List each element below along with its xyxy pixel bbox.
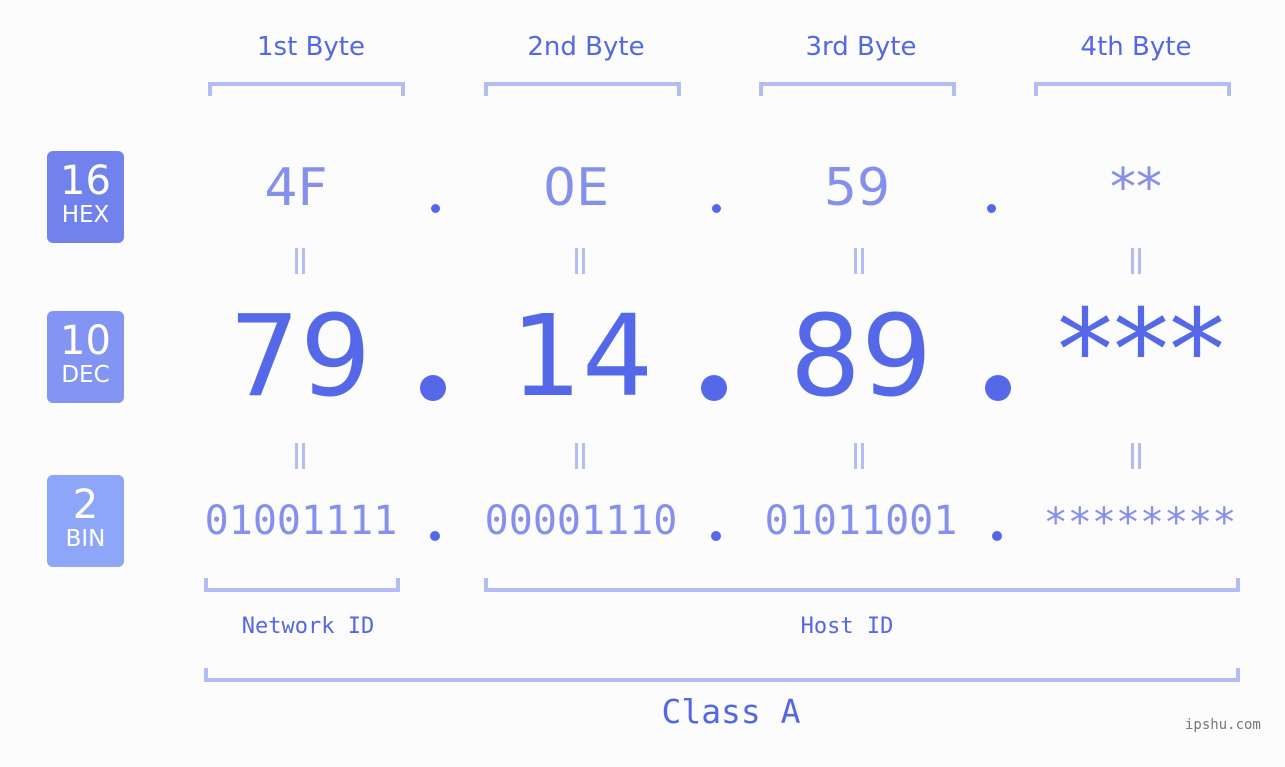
- bin-value-4: ********: [1043, 500, 1237, 546]
- dec-badge: 10 DEC: [47, 311, 124, 403]
- equals-icon: [1131, 443, 1141, 469]
- hex-value-1: 4F: [264, 158, 328, 218]
- byte-bracket-2: [484, 82, 681, 96]
- hex-separator-dot: [431, 204, 440, 213]
- hex-separator-dot: [987, 204, 996, 213]
- equals-icon: [854, 248, 864, 274]
- hex-value-3: 59: [823, 158, 891, 218]
- equals-icon: [575, 443, 585, 469]
- network-id-bracket: [204, 578, 400, 592]
- byte-title-1: 1st Byte: [257, 32, 365, 62]
- bin-separator-dot: [430, 531, 440, 541]
- dec-separator-dot: [420, 375, 446, 401]
- dec-badge-label: DEC: [61, 362, 110, 388]
- hex-value-2: 0E: [543, 158, 609, 218]
- byte-bracket-3: [759, 82, 956, 96]
- byte-title-2: 2nd Byte: [527, 32, 645, 62]
- bin-badge-label: BIN: [65, 526, 106, 552]
- byte-bracket-1: [208, 82, 405, 96]
- bin-separator-dot: [992, 531, 1002, 541]
- dec-value-2: 14: [510, 292, 654, 422]
- byte-bracket-4: [1034, 82, 1231, 96]
- bin-badge: 2 BIN: [47, 475, 124, 567]
- dec-value-4: ***: [1057, 286, 1225, 416]
- equals-icon: [295, 443, 305, 469]
- bin-value-2: 00001110: [484, 498, 678, 544]
- hex-badge: 16 HEX: [47, 151, 124, 243]
- dec-value-1: 79: [228, 292, 372, 422]
- dec-badge-base: 10: [60, 318, 111, 364]
- dec-separator-dot: [985, 375, 1011, 401]
- bin-separator-dot: [711, 531, 721, 541]
- hex-badge-label: HEX: [61, 202, 110, 228]
- dec-value-3: 89: [789, 292, 933, 422]
- host-id-bracket: [484, 578, 1240, 592]
- ip-class-label: Class A: [661, 692, 801, 731]
- hex-separator-dot: [712, 204, 721, 213]
- network-id-label: Network ID: [241, 614, 375, 639]
- bin-value-3: 01011001: [764, 498, 958, 544]
- host-id-label: Host ID: [800, 614, 894, 639]
- equals-icon: [1131, 248, 1141, 274]
- equals-icon: [295, 248, 305, 274]
- equals-icon: [575, 248, 585, 274]
- byte-title-3: 3rd Byte: [805, 32, 917, 62]
- watermark: ipshu.com: [1185, 717, 1261, 733]
- hex-badge-base: 16: [60, 158, 111, 204]
- bin-badge-base: 2: [72, 482, 99, 528]
- hex-value-4: **: [1110, 158, 1162, 218]
- equals-icon: [854, 443, 864, 469]
- byte-title-4: 4th Byte: [1080, 32, 1192, 62]
- class-bracket: [204, 668, 1240, 682]
- bin-value-1: 01001111: [204, 498, 398, 544]
- dec-separator-dot: [701, 375, 727, 401]
